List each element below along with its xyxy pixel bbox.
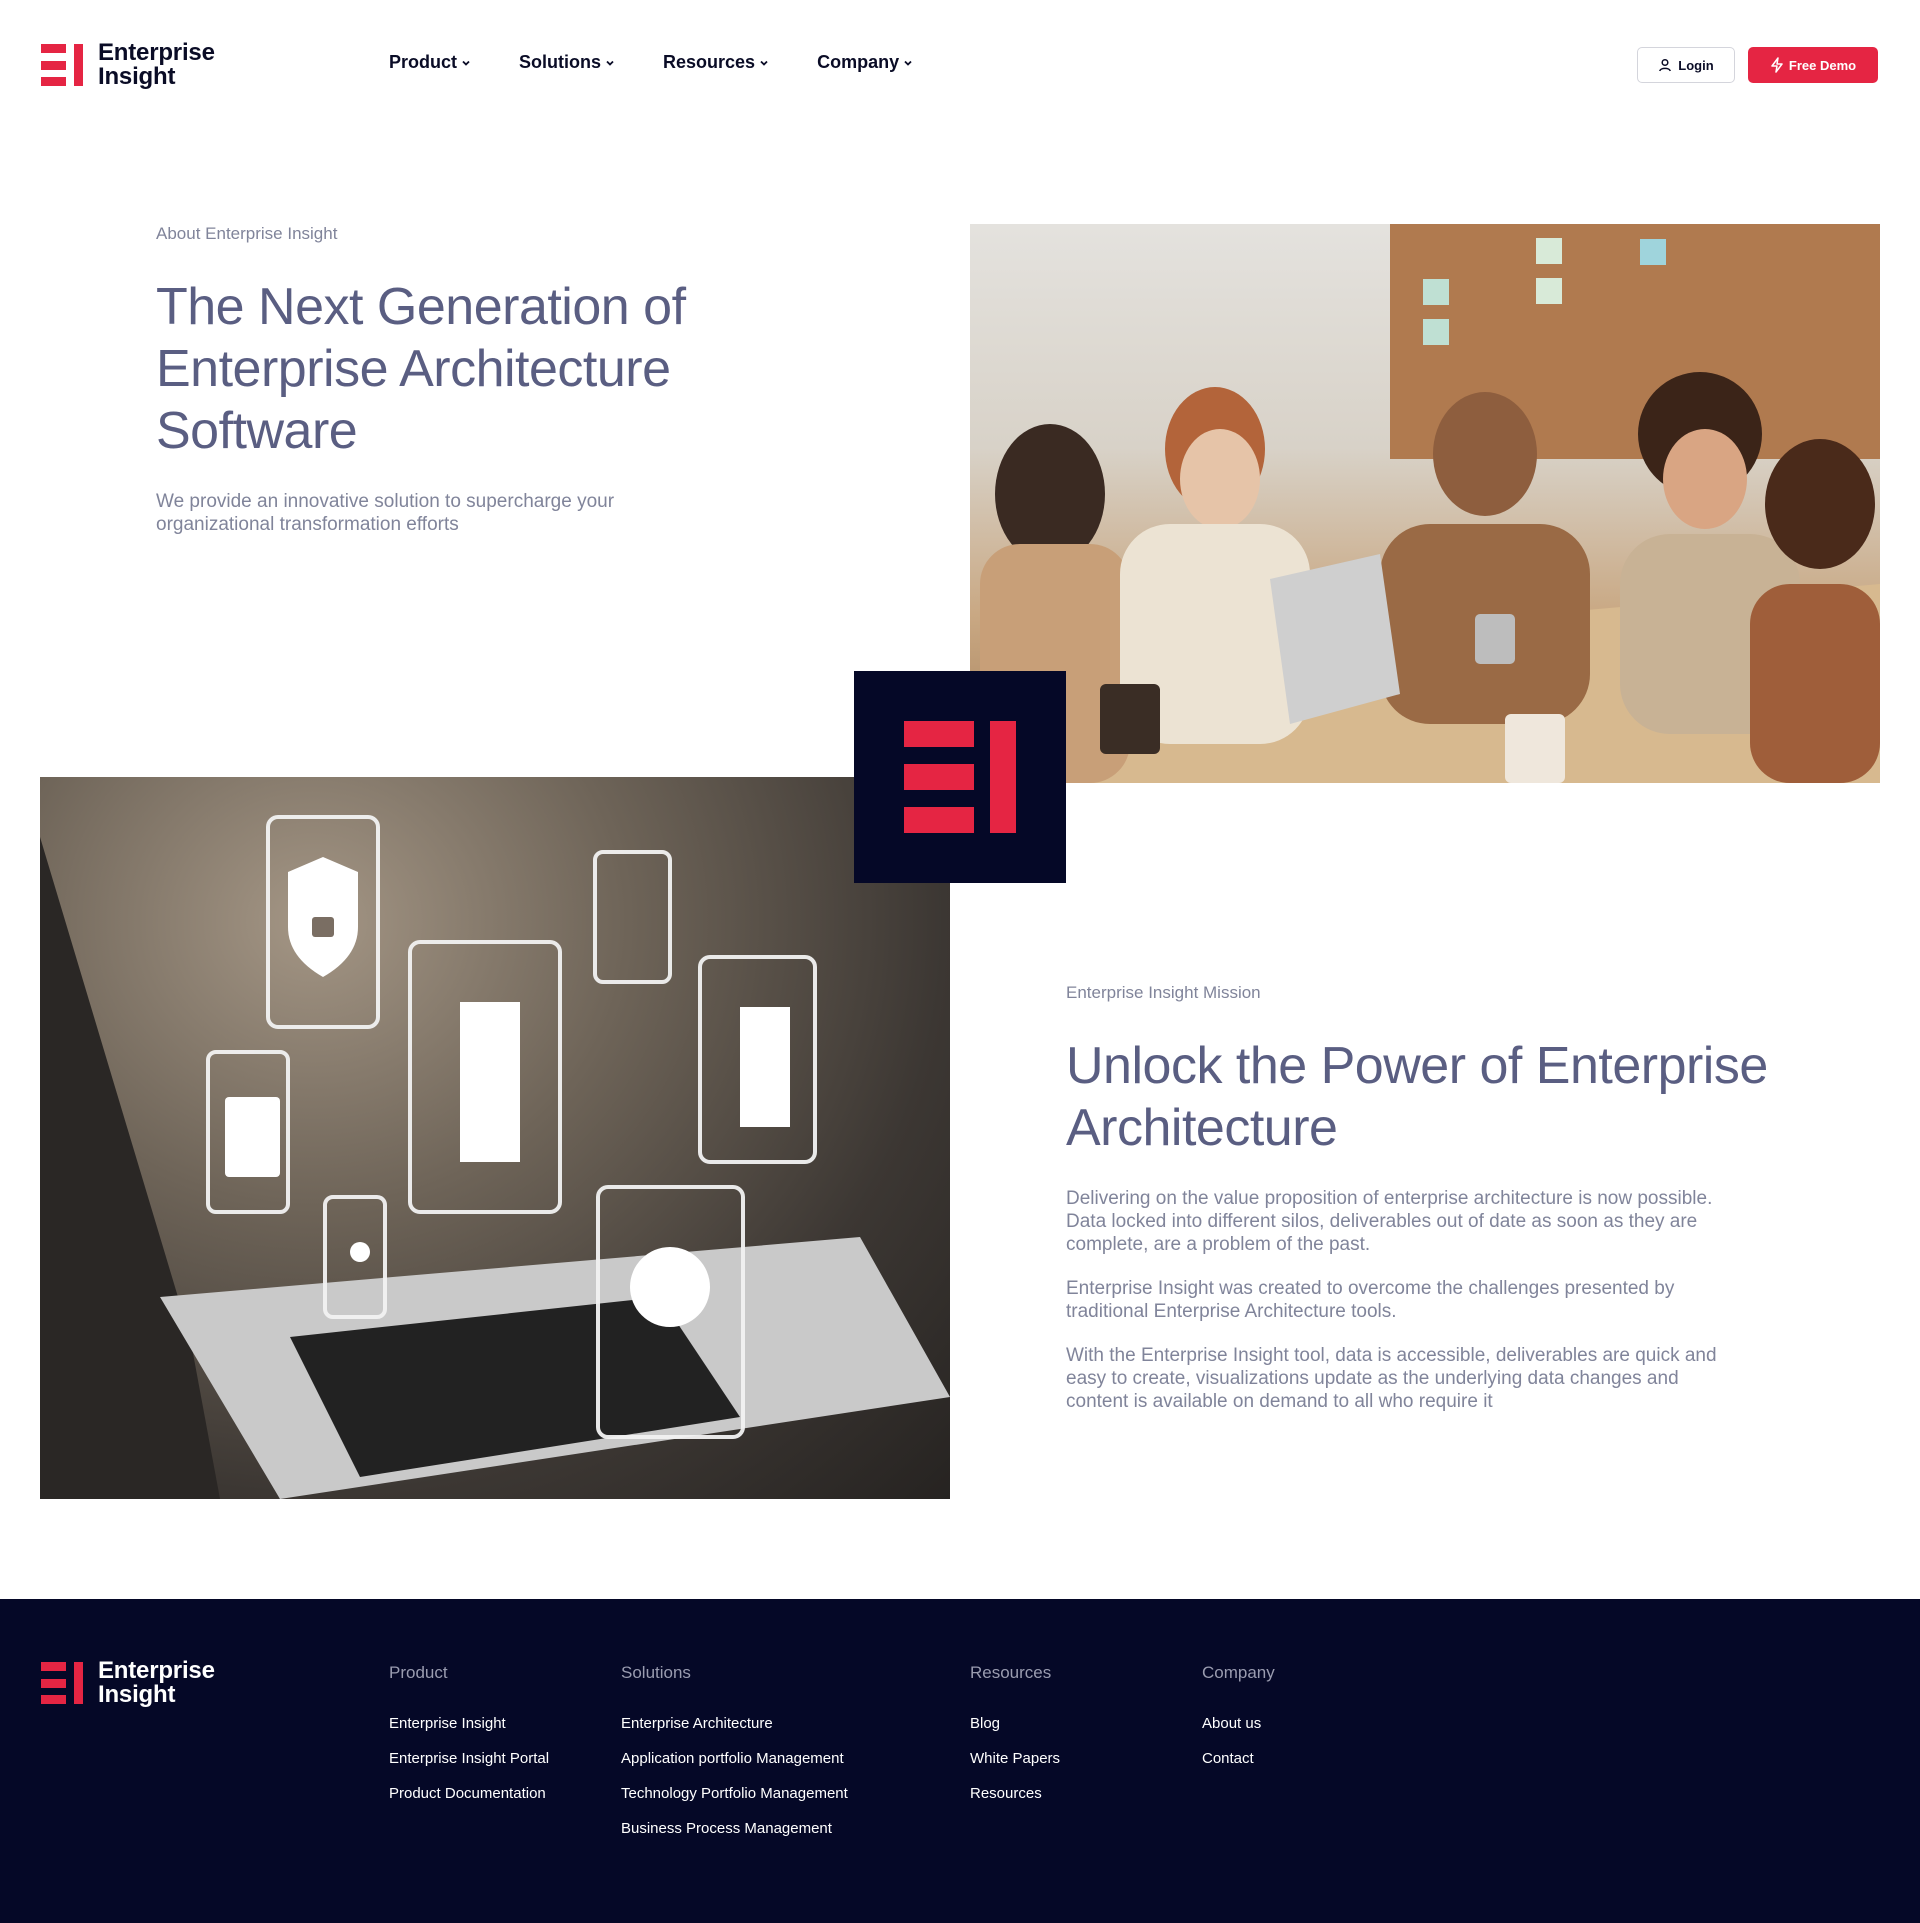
nav-item-label: Product	[389, 52, 458, 72]
lightning-icon	[1771, 57, 1783, 73]
hero-title: The Next Generation of Enterprise Archit…	[156, 278, 686, 460]
hero-subtitle: We provide an innovative solution to sup…	[156, 491, 615, 535]
footer-brand-logo[interactable]: Enterprise Insight	[41, 1659, 215, 1707]
footer-link-product-documentation[interactable]: Product Documentation	[389, 1785, 549, 1802]
footer-heading: Product	[389, 1663, 448, 1682]
team-meeting-photo	[970, 224, 1880, 783]
laptop-digital-icons-photo	[40, 777, 950, 1499]
chevron-down-icon	[462, 60, 470, 66]
nav-item-product[interactable]: Product	[389, 52, 471, 73]
logo-mark-icon	[41, 44, 83, 86]
footer-column-resources: Resources Blog White Papers Resources	[970, 1663, 1060, 1820]
logo-wordmark: Enterprise Insight	[98, 39, 215, 90]
nav-item-resources[interactable]: Resources	[663, 52, 769, 73]
mission-paragraph: Delivering on the value proposition of e…	[1066, 1188, 1713, 1255]
logo-mark-icon	[41, 1662, 83, 1704]
footer-link-enterprise-insight-portal[interactable]: Enterprise Insight Portal	[389, 1750, 549, 1767]
footer-link-enterprise-architecture[interactable]: Enterprise Architecture	[621, 1715, 848, 1732]
chevron-down-icon	[606, 60, 614, 66]
footer-link-about-us[interactable]: About us	[1202, 1715, 1275, 1732]
footer-column-company: Company About us Contact	[1202, 1663, 1275, 1785]
nav-item-label: Resources	[663, 52, 756, 72]
mission-paragraph: Enterprise Insight was created to overco…	[1066, 1278, 1675, 1322]
chevron-down-icon	[760, 60, 768, 66]
footer-link-resources[interactable]: Resources	[970, 1785, 1060, 1802]
hero-eyebrow: About Enterprise Insight	[156, 224, 338, 243]
mission-paragraph: With the Enterprise Insight tool, data i…	[1066, 1345, 1717, 1412]
login-button[interactable]: Login	[1637, 47, 1735, 83]
ei-logo-badge	[854, 671, 1066, 883]
logo-mark-icon	[904, 721, 1016, 833]
nav-item-solutions[interactable]: Solutions	[519, 52, 615, 73]
footer-link-business-process-management[interactable]: Business Process Management	[621, 1820, 848, 1837]
site-header: Enterprise Insight Product Solutions Res…	[0, 0, 1920, 130]
nav-item-label: Company	[817, 52, 900, 72]
footer-column-solutions: Solutions Enterprise Architecture Applic…	[621, 1663, 848, 1855]
footer-column-product: Product Enterprise Insight Enterprise In…	[389, 1663, 549, 1820]
logo-wordmark: Enterprise Insight	[98, 1657, 215, 1708]
footer-heading: Company	[1202, 1663, 1275, 1682]
footer-link-technology-portfolio-management[interactable]: Technology Portfolio Management	[621, 1785, 848, 1802]
footer-link-enterprise-insight[interactable]: Enterprise Insight	[389, 1715, 549, 1732]
footer-link-blog[interactable]: Blog	[970, 1715, 1060, 1732]
mission-body: Delivering on the value proposition of e…	[1066, 1187, 1736, 1434]
free-demo-label: Free Demo	[1788, 57, 1857, 73]
nav-item-company[interactable]: Company	[817, 52, 913, 73]
user-icon	[1659, 58, 1672, 72]
mission-title: Unlock the Power of Enterprise Architect…	[1066, 1037, 1768, 1157]
footer-link-application-portfolio-management[interactable]: Application portfolio Management	[621, 1750, 848, 1767]
nav-item-label: Solutions	[519, 52, 602, 72]
login-label: Login	[1678, 57, 1714, 73]
footer-link-contact[interactable]: Contact	[1202, 1750, 1275, 1767]
footer-heading: Resources	[970, 1663, 1052, 1682]
mission-eyebrow: Enterprise Insight Mission	[1066, 983, 1261, 1002]
main-nav: Product Solutions Resources Company	[389, 52, 961, 73]
footer-heading: Solutions	[621, 1663, 691, 1682]
brand-logo[interactable]: Enterprise Insight	[41, 41, 215, 89]
footer-link-white-papers[interactable]: White Papers	[970, 1750, 1060, 1767]
chevron-down-icon	[904, 60, 912, 66]
site-footer: Enterprise Insight Product Enterprise In…	[0, 1599, 1920, 1923]
free-demo-button[interactable]: Free Demo	[1748, 47, 1878, 83]
